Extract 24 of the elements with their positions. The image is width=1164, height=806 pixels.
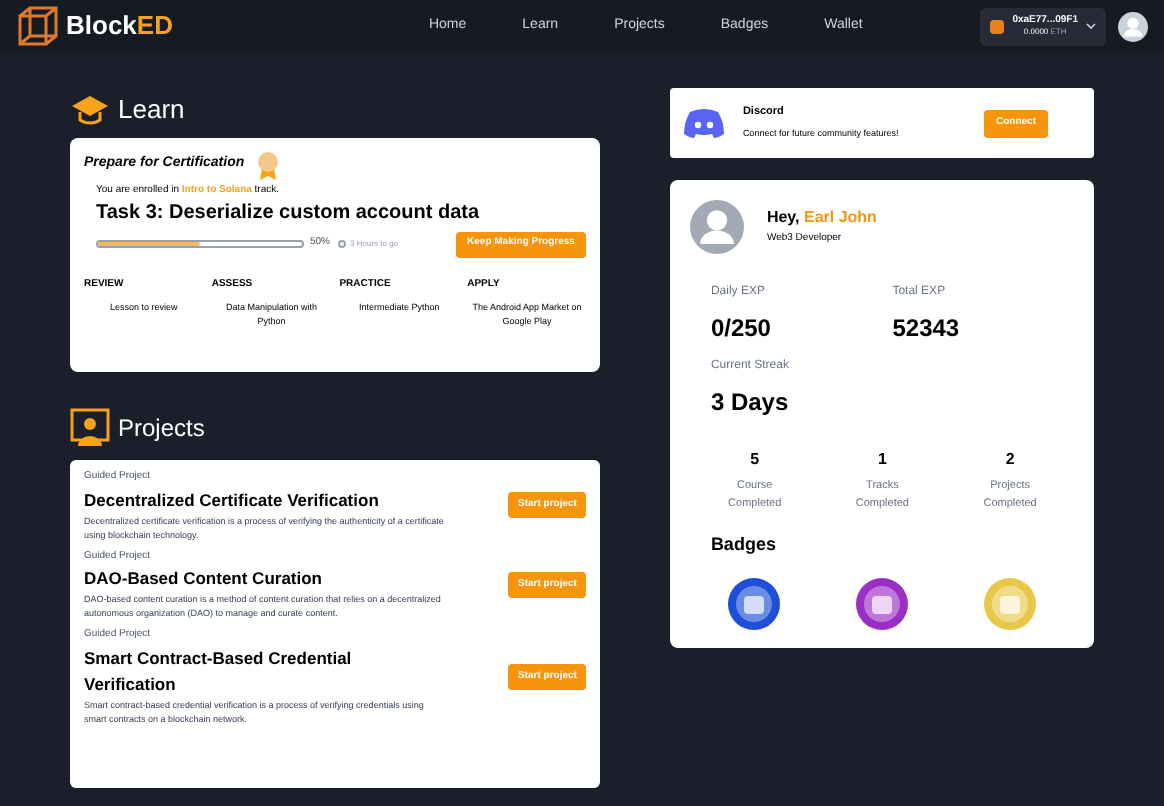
greeting: Hey, Earl John — [766, 206, 877, 231]
cube-logo-icon — [16, 4, 60, 48]
discord-icon — [684, 108, 725, 138]
badges-title: Badges — [708, 532, 778, 558]
project-title: DAO-Based Content Curation — [84, 566, 324, 592]
avatar-icon[interactable] — [1118, 11, 1148, 41]
presenter-icon — [70, 408, 110, 448]
graduation-cap-icon — [70, 94, 110, 126]
project-title: Decentralized Certificate Verification — [84, 487, 381, 513]
count-value: 1 — [877, 448, 887, 472]
section-title: Learn — [118, 92, 185, 129]
count-value: 5 — [750, 448, 760, 472]
medal-icon — [256, 150, 281, 180]
logo-text: BlockED — [66, 8, 173, 45]
avatar-icon — [690, 200, 745, 254]
chevron-icon — [1086, 22, 1096, 30]
stat-value: 3 Days — [710, 386, 791, 420]
section-title: Projects — [118, 412, 205, 446]
count-value: 2 — [1005, 448, 1015, 472]
task-title: Task 3: Deserialize custom account data — [96, 199, 482, 225]
project-title: Smart Contract-Based Credential Verification — [84, 645, 354, 697]
clock-icon — [338, 240, 347, 248]
stat-value: 52343 — [892, 312, 962, 346]
stat-value: 0/250 — [710, 312, 773, 346]
